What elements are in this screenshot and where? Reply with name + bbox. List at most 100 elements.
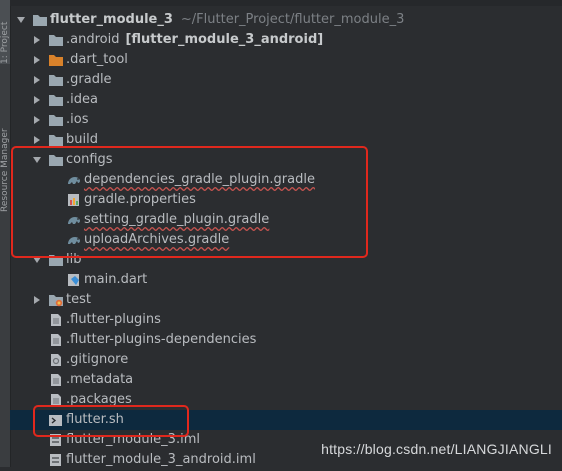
- tree-item-name: test: [66, 292, 91, 307]
- tree-item-name: flutter.sh: [66, 412, 124, 427]
- tree-item-label: .flutter-plugins-dependencies: [66, 332, 256, 348]
- chevron-down-icon[interactable]: [32, 255, 42, 265]
- folder-icon: [48, 93, 64, 107]
- watermark-text: https://blog.csdn.net/LIANGJIANGLI: [321, 441, 552, 457]
- tree-item-label: uploadArchives.gradle: [84, 232, 229, 248]
- tree-row[interactable]: .android [flutter_module_3_android]: [10, 30, 562, 50]
- tree-row[interactable]: .ios: [10, 110, 562, 130]
- tree-item-label: .gradle: [66, 72, 112, 88]
- tree-item-name: .gitignore: [66, 352, 129, 367]
- shell-script-icon: [48, 413, 64, 427]
- tree-item-label: configs: [66, 152, 113, 168]
- tree-item-label: flutter.sh: [66, 412, 124, 428]
- chevron-right-icon[interactable]: [32, 75, 42, 85]
- chevron-right-icon[interactable]: [32, 95, 42, 105]
- tree-item-label: flutter_module_3_android.iml: [66, 452, 256, 468]
- iml-file-icon: [48, 433, 64, 447]
- tree-item-label: .metadata: [66, 372, 133, 388]
- tree-item-name: .gradle: [66, 72, 112, 87]
- tree-row[interactable]: flutter.sh: [10, 410, 562, 430]
- tree-item-label: .idea: [66, 92, 98, 108]
- tree-item-name: main.dart: [84, 272, 148, 287]
- tree-row[interactable]: .flutter-plugins-dependencies: [10, 330, 562, 350]
- tree-item-name: uploadArchives.gradle: [84, 232, 230, 247]
- tree-row[interactable]: build: [10, 130, 562, 150]
- tree-row[interactable]: gradle.properties: [10, 190, 562, 210]
- folder-icon: [48, 33, 64, 47]
- tree-row[interactable]: dependencies_gradle_plugin.gradle: [10, 170, 562, 190]
- root-folder-path: ~/Flutter_Project/flutter_module_3: [180, 12, 405, 27]
- chevron-right-icon[interactable]: [32, 55, 42, 65]
- tree-row[interactable]: configs: [10, 150, 562, 170]
- chevron-right-icon[interactable]: [32, 35, 42, 45]
- chevron-right-icon[interactable]: [32, 295, 42, 305]
- tree-item-name: .dart_tool: [66, 52, 128, 67]
- root-folder-label: flutter_module_3 ~/Flutter_Project/flutte…: [50, 12, 405, 27]
- tree-item-name: build: [66, 132, 98, 147]
- tree-item-label: .flutter-plugins: [66, 312, 161, 328]
- tree-item-name: .metadata: [66, 372, 134, 387]
- tree-item-label: flutter_module_3.iml: [66, 432, 200, 448]
- tree-row[interactable]: lib: [10, 250, 562, 270]
- resource-manager-tool-tab[interactable]: Resource Manager: [0, 88, 10, 212]
- gradle-icon: [66, 173, 82, 187]
- file-icon: [48, 393, 64, 407]
- dart-file-icon: [66, 273, 82, 287]
- tree-item-label: .android [flutter_module_3_android]: [66, 32, 323, 48]
- tree-row[interactable]: setting_gradle_plugin.gradle: [10, 210, 562, 230]
- tree-item-label: gradle.properties: [84, 192, 196, 208]
- tree-item-name: dependencies_gradle_plugin.gradle: [84, 172, 315, 187]
- chevron-down-icon[interactable]: [16, 15, 26, 25]
- tree-item-name: .idea: [66, 92, 98, 107]
- tree-item-name: setting_gradle_plugin.gradle: [84, 212, 270, 227]
- tree-item-name: configs: [66, 152, 113, 167]
- folder-icon: [32, 13, 48, 27]
- tree-item-label: main.dart: [84, 272, 147, 288]
- tree-item-name: flutter_module_3_android.iml: [66, 452, 256, 467]
- tree-item-label: build: [66, 132, 98, 148]
- chevron-right-icon[interactable]: [32, 135, 42, 145]
- gradle-icon: [66, 233, 82, 247]
- folder-icon: [48, 113, 64, 127]
- tree-row[interactable]: .dart_tool: [10, 50, 562, 70]
- test-folder-icon: [48, 293, 64, 307]
- tree-row[interactable]: uploadArchives.gradle: [10, 230, 562, 250]
- tree-item-label: test: [66, 292, 91, 308]
- tree-item-name: .flutter-plugins: [66, 312, 161, 327]
- tree-item-name: .packages: [66, 392, 132, 407]
- tree-item-label: lib: [66, 252, 81, 268]
- folder-icon: [48, 133, 64, 147]
- tree-row[interactable]: main.dart: [10, 270, 562, 290]
- tree-row[interactable]: .idea: [10, 90, 562, 110]
- chevron-down-icon[interactable]: [32, 155, 42, 165]
- tree-row[interactable]: test: [10, 290, 562, 310]
- tree-item-name: gradle.properties: [84, 192, 196, 207]
- tree-item-label: setting_gradle_plugin.gradle: [84, 212, 269, 228]
- chevron-right-icon[interactable]: [32, 115, 42, 125]
- project-tree[interactable]: flutter_module_3 ~/Flutter_Project/flutte…: [10, 0, 562, 467]
- gradle-icon: [66, 213, 82, 227]
- tree-item-name: flutter_module_3.iml: [66, 432, 200, 447]
- iml-file-icon: [48, 453, 64, 467]
- tree-item-label: .packages: [66, 392, 132, 408]
- file-icon: [48, 313, 64, 327]
- file-icon: [48, 333, 64, 347]
- project-tool-tab[interactable]: 1: Project: [0, 0, 10, 64]
- gitignore-icon: [48, 353, 64, 367]
- properties-icon: [66, 193, 82, 207]
- tree-root-row[interactable]: flutter_module_3 ~/Flutter_Project/flutte…: [10, 10, 562, 30]
- tree-row[interactable]: .flutter-plugins: [10, 310, 562, 330]
- tree-item-label: .ios: [66, 112, 88, 128]
- tree-item-name: .ios: [66, 112, 89, 127]
- folder-icon: [48, 153, 64, 167]
- tree-item-label: .gitignore: [66, 352, 128, 368]
- tree-item-name: .android: [66, 32, 120, 47]
- tree-row[interactable]: .gradle: [10, 70, 562, 90]
- tree-item-name: .flutter-plugins-dependencies: [66, 332, 257, 347]
- tree-row[interactable]: .packages: [10, 390, 562, 410]
- folder-icon: [48, 253, 64, 267]
- module-name-suffix: [flutter_module_3_android]: [125, 32, 324, 47]
- tree-row[interactable]: .gitignore: [10, 350, 562, 370]
- tree-item-name: lib: [66, 252, 82, 267]
- tree-row[interactable]: .metadata: [10, 370, 562, 390]
